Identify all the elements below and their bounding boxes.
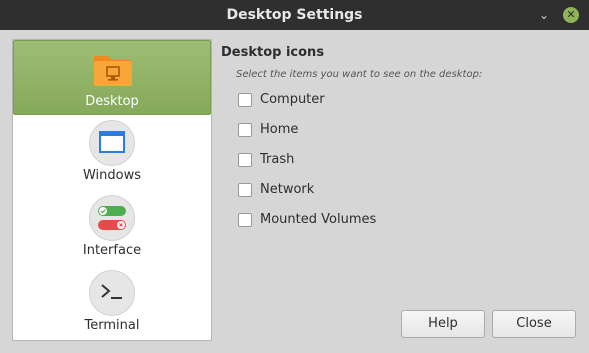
title-bar[interactable]: Desktop Settings ⌄ ✕ xyxy=(0,0,589,30)
window-title: Desktop Settings xyxy=(226,7,363,23)
sidebar-item-desktop[interactable]: Desktop xyxy=(13,40,211,115)
terminal-icon xyxy=(89,270,135,316)
sidebar-item-terminal[interactable]: Terminal xyxy=(13,265,211,340)
checkbox-box[interactable] xyxy=(238,123,252,137)
sidebar-item-label: Terminal xyxy=(84,318,140,333)
close-button[interactable]: Close xyxy=(492,310,576,338)
sidebar: Desktop Windows Interface Terminal xyxy=(12,39,212,341)
sidebar-item-label: Interface xyxy=(82,243,142,258)
toggle-switches-icon xyxy=(89,195,135,241)
help-button[interactable]: Help xyxy=(401,310,485,338)
checkbox-box[interactable] xyxy=(238,93,252,107)
checkbox-label: Mounted Volumes xyxy=(260,212,377,227)
close-window-button[interactable]: ✕ xyxy=(563,7,579,23)
window-icon xyxy=(89,120,135,166)
checkbox-box[interactable] xyxy=(238,153,252,167)
sidebar-item-windows[interactable]: Windows xyxy=(13,115,211,190)
checkbox-box[interactable] xyxy=(238,183,252,197)
checkbox-label: Trash xyxy=(260,152,295,167)
checkbox-label: Network xyxy=(260,182,315,197)
sidebar-item-label: Desktop xyxy=(85,94,139,109)
desktop-settings-window: Desktop Settings ⌄ ✕ Desktop Windows Int… xyxy=(0,0,589,353)
sidebar-item-interface[interactable]: Interface xyxy=(13,190,211,265)
minimize-button[interactable]: ⌄ xyxy=(536,7,552,23)
checkbox-label: Home xyxy=(260,122,299,137)
section-subtitle: Select the items you want to see on the … xyxy=(236,69,483,80)
section-heading: Desktop icons xyxy=(221,45,325,60)
folder-desktop-icon xyxy=(90,46,136,92)
sidebar-item-label: Windows xyxy=(82,168,142,183)
checkbox-box[interactable] xyxy=(238,213,252,227)
checkbox-label: Computer xyxy=(260,92,325,107)
